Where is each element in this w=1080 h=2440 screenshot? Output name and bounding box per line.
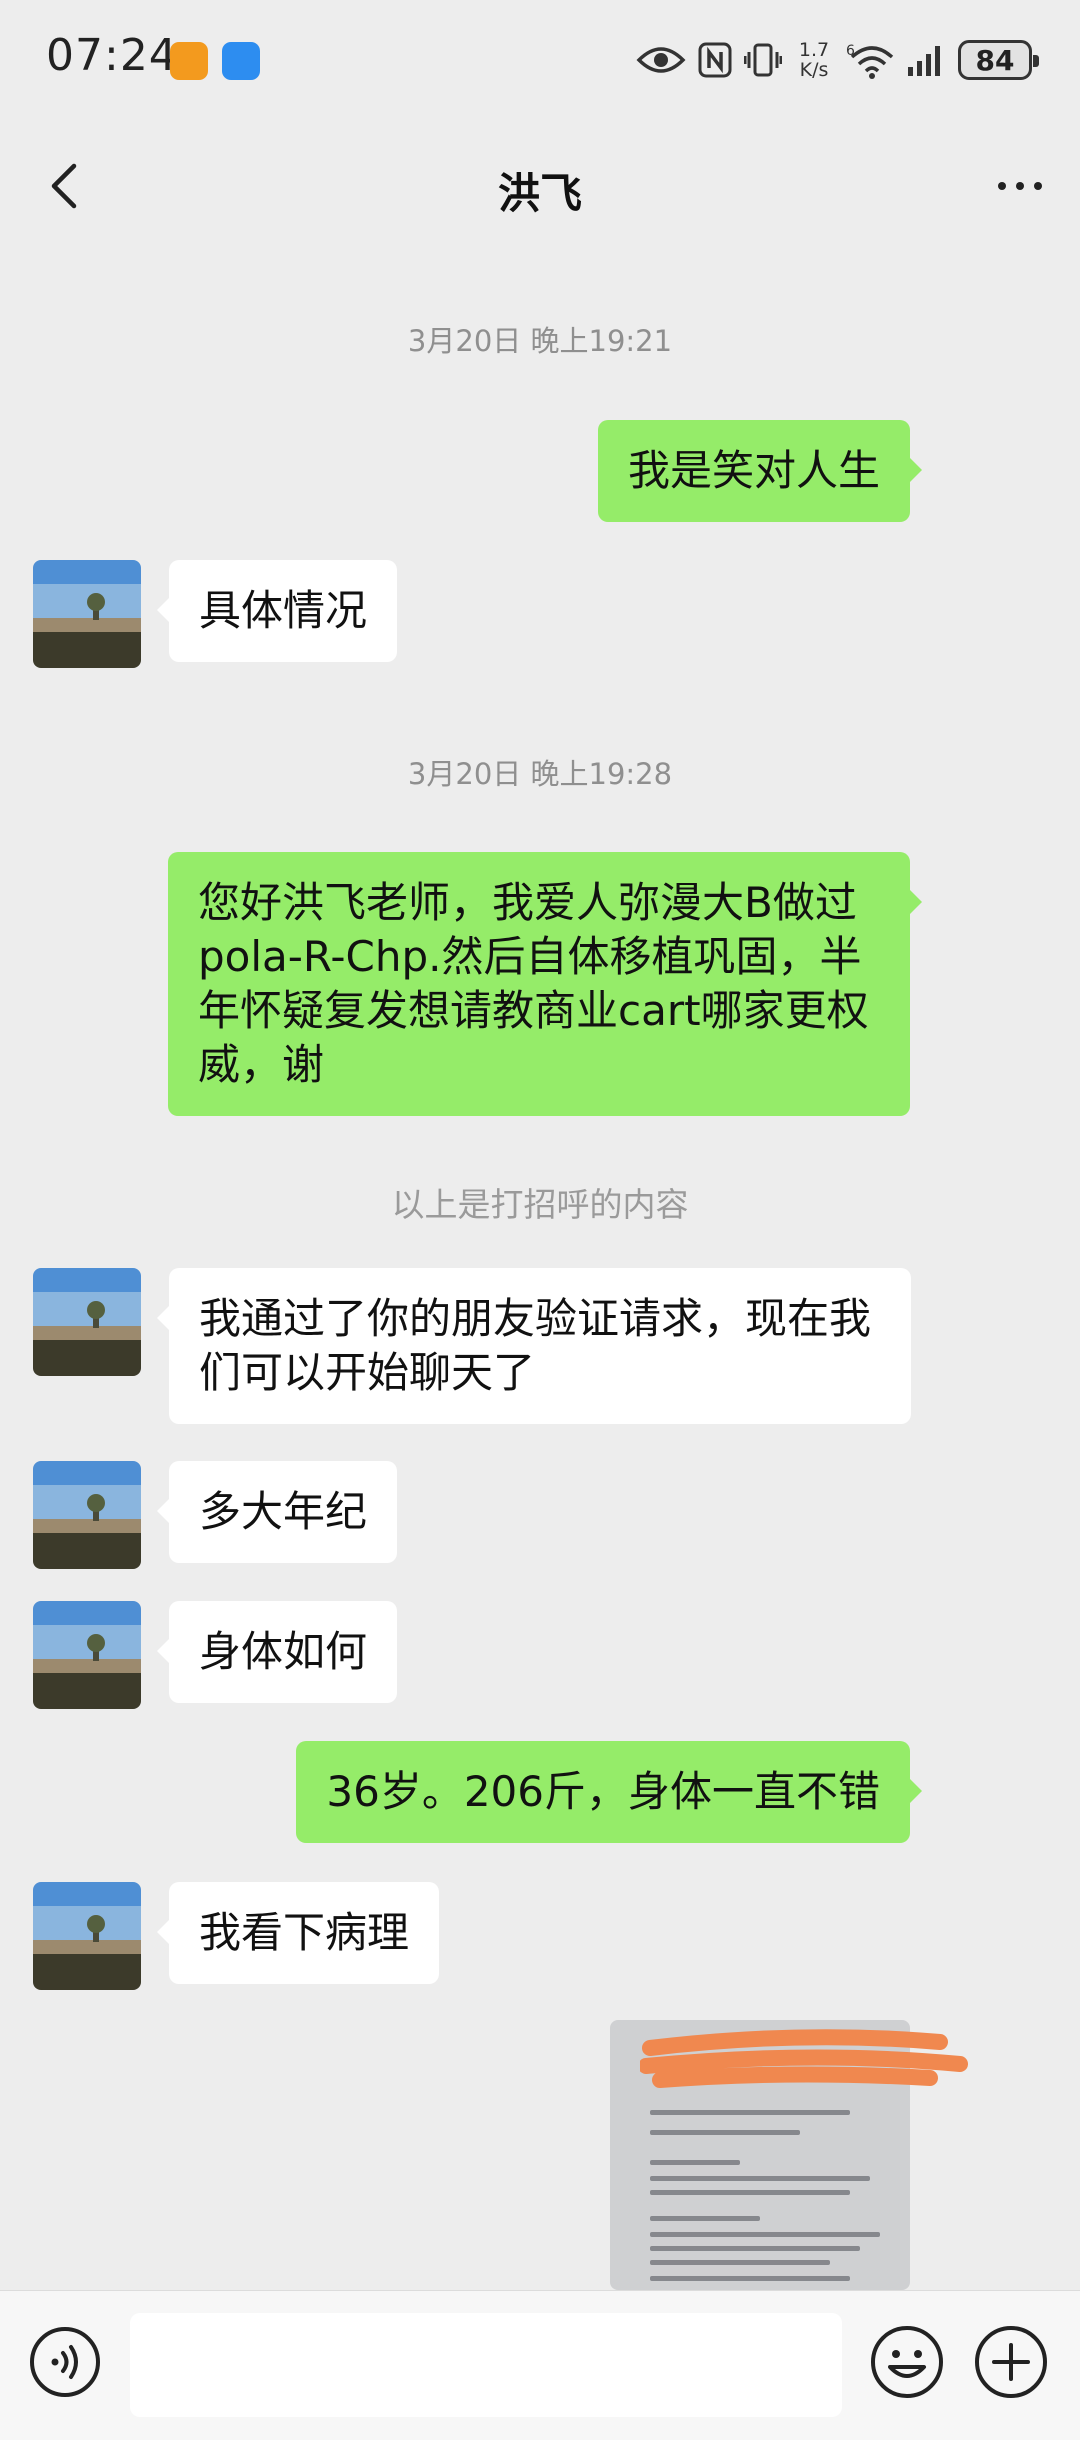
incoming-message[interactable]: 具体情况 (156, 560, 398, 662)
incoming-message[interactable]: 多大年纪 (156, 1461, 398, 1563)
contact-avatar[interactable] (33, 1601, 141, 1709)
app-notification-icon (170, 42, 208, 80)
system-notice: 以上是打招呼的内容 (391, 1185, 689, 1224)
network-speed-value: 1.7 (798, 39, 830, 61)
outgoing-message[interactable]: 您好洪飞老师，我爱人弥漫大B做过pola-R-Chp.然后自体移植巩固，半年怀疑… (168, 852, 922, 1116)
outgoing-message[interactable]: 36岁。206斤，身体一直不错 (296, 1741, 922, 1843)
status-right: 1.7 K/s 6 84 (636, 34, 1039, 86)
more-dots-icon[interactable] (988, 158, 1052, 214)
document-line (650, 2190, 850, 2195)
status-bar: 07:24 1.7 K/s 6 84 (0, 0, 1080, 120)
document-line (650, 2110, 850, 2115)
chat-header: 洪飞 (0, 120, 1080, 252)
contact-avatar[interactable] (33, 1268, 141, 1376)
document-line (650, 2160, 740, 2165)
document-line (650, 2260, 830, 2265)
incoming-message[interactable]: 我看下病理 (156, 1882, 440, 1984)
network-speed: 1.7 K/s (794, 40, 834, 80)
network-speed-unit: K/s (799, 59, 829, 81)
document-line (650, 2216, 760, 2221)
cellular-signal-icon (906, 43, 946, 77)
contact-avatar[interactable] (33, 560, 141, 668)
document-line (650, 2176, 870, 2181)
message-timestamp: 3月20日 晚上19:28 (407, 757, 673, 791)
redaction-scribble (640, 2029, 968, 2088)
message-input[interactable] (130, 2313, 842, 2417)
message-timestamp: 3月20日 晚上19:21 (407, 324, 673, 358)
document-line (650, 2276, 850, 2281)
document-line (650, 2246, 860, 2251)
emoji-icon[interactable] (868, 2323, 946, 2401)
wifi-icon: 6 (846, 41, 894, 79)
input-bar (0, 2290, 1080, 2440)
vibrate-icon (744, 42, 782, 78)
incoming-message[interactable]: 身体如何 (156, 1601, 398, 1703)
document-line (650, 2130, 800, 2135)
chat-title: 洪飞 (497, 169, 582, 218)
chat-screen: 07:24 1.7 K/s 6 84 洪飞 3月20日 晚上19:21 我是笑对… (0, 0, 1080, 2440)
plus-icon[interactable] (972, 2323, 1050, 2401)
outgoing-message[interactable]: 我是笑对人生 (597, 420, 923, 522)
battery-indicator: 84 (958, 40, 1039, 80)
weather-notification-icon (222, 42, 260, 80)
eye-icon (636, 44, 686, 76)
nfc-icon (698, 42, 732, 78)
contact-avatar[interactable] (33, 1461, 141, 1569)
contact-avatar[interactable] (33, 1882, 141, 1990)
document-line (650, 2232, 880, 2237)
voice-icon[interactable] (28, 2325, 102, 2399)
incoming-message[interactable]: 我通过了你的朋友验证请求，现在我们可以开始聊天了 (157, 1268, 911, 1424)
status-time: 07:24 (46, 30, 178, 81)
